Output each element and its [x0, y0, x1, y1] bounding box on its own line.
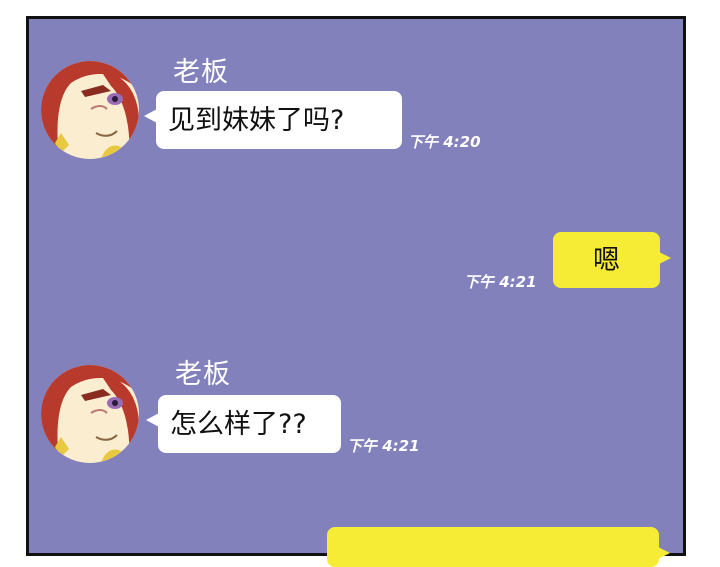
message-bubble[interactable]: 怎么样了??	[146, 395, 341, 453]
message-time: 下午 4:20	[408, 133, 481, 151]
boss-avatar-icon[interactable]	[41, 365, 139, 463]
sender-name: 老板	[173, 57, 229, 88]
message-text: 嗯	[593, 244, 620, 276]
message-text: 见到妹妹了吗?	[168, 104, 345, 136]
message-bubble[interactable]: 见到妹妹了吗?	[144, 91, 402, 149]
message-bubble[interactable]	[327, 527, 670, 567]
boss-avatar-icon[interactable]	[41, 61, 139, 159]
chat-panel: 老板 见到妹妹了吗? 下午 4:20 下午 4:21 嗯 老板 怎么样了?? 下…	[26, 16, 686, 567]
message-bubble[interactable]: 嗯	[553, 232, 671, 288]
message-time: 下午 4:21	[347, 437, 420, 455]
message-time: 下午 4:21	[464, 273, 537, 291]
message-text: 怎么样了??	[170, 408, 307, 440]
sender-name: 老板	[175, 359, 231, 390]
